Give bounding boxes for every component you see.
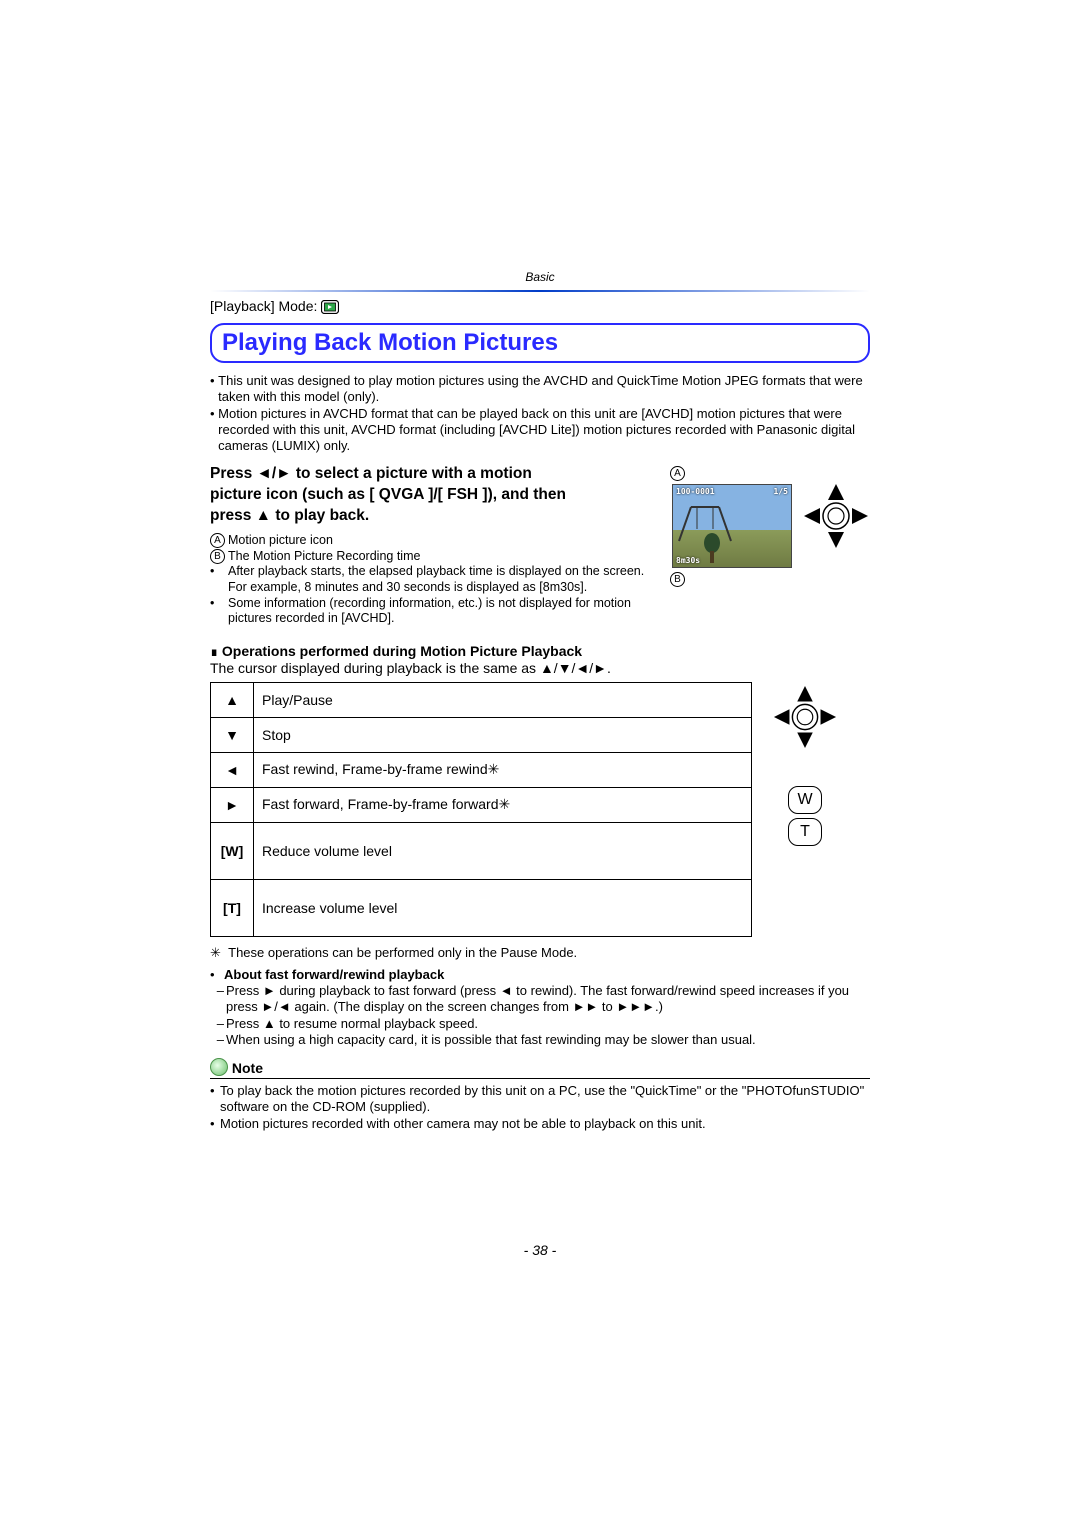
label-b-icon: B: [210, 549, 225, 564]
ops-intro: The cursor displayed during playback is …: [210, 660, 611, 676]
op-symbol: ◄: [211, 752, 254, 787]
about-header: About fast forward/rewind playback: [224, 967, 870, 983]
note-body: •To play back the motion pictures record…: [210, 1083, 870, 1132]
desc-a: Motion picture icon: [228, 533, 668, 549]
controls-graphic: W T: [772, 676, 838, 846]
note-row: To play back the motion pictures recorde…: [220, 1083, 870, 1116]
table-row: ◄Fast rewind, Frame-by-frame rewind✳: [211, 752, 752, 787]
thumb-file: 100-0001: [676, 487, 715, 496]
page-title: Playing Back Motion Pictures: [222, 329, 858, 357]
thumbnail-column: A 100-0001 1/5 8m30s: [668, 464, 792, 588]
desc-b: The Motion Picture Recording time: [228, 549, 668, 565]
op-symbol: [T]: [211, 879, 254, 936]
op-label: Fast rewind, Frame-by-frame rewind✳: [254, 752, 752, 787]
dpad-icon: [772, 684, 838, 750]
operations-table: ▲Play/Pause ▼Stop ◄Fast rewind, Frame-by…: [210, 682, 752, 937]
dpad-graphic: [802, 482, 870, 550]
intro-bullet: This unit was designed to play motion pi…: [218, 373, 870, 406]
instruction-text: Press ◄/► to select a picture with a mot…: [210, 464, 668, 527]
playback-thumbnail: 100-0001 1/5 8m30s: [672, 484, 792, 568]
table-row: ▼Stop: [211, 717, 752, 752]
intro-bullets: • This unit was designed to play motion …: [210, 373, 870, 454]
mode-line: [Playback] Mode:: [210, 298, 870, 317]
op-symbol: ▲: [211, 682, 254, 717]
ops-section: ∎ Operations performed during Motion Pic…: [210, 643, 870, 676]
table-row: [W]Reduce volume level: [211, 822, 752, 879]
thumb-duration: 8m30s: [676, 556, 700, 565]
op-label: Play/Pause: [254, 682, 752, 717]
op-label: Increase volume level: [254, 879, 752, 936]
desc-bullet: Some information (recording information,…: [228, 596, 668, 627]
about-section: • About fast forward/rewind playback –Pr…: [210, 967, 870, 1048]
op-symbol: [W]: [211, 822, 254, 879]
table-row: [T]Increase volume level: [211, 879, 752, 936]
desc-bullet: After playback starts, the elapsed playb…: [228, 564, 668, 580]
page-title-box: Playing Back Motion Pictures: [210, 323, 870, 363]
page-number: - 38 -: [210, 1242, 870, 1258]
op-symbol: ►: [211, 787, 254, 822]
about-row: When using a high capacity card, it is p…: [226, 1032, 870, 1048]
about-row: Press ► during playback to fast forward …: [226, 983, 870, 1016]
table-row: ►Fast forward, Frame-by-frame forward✳: [211, 787, 752, 822]
note-rule: [210, 1078, 870, 1079]
op-label: Reduce volume level: [254, 822, 752, 879]
header-rule: [210, 290, 870, 292]
section-header: Basic: [210, 270, 870, 284]
note-row: Motion pictures recorded with other came…: [220, 1116, 870, 1132]
description-list: AMotion picture icon BThe Motion Picture…: [210, 533, 668, 627]
w-button: W: [788, 786, 822, 814]
manual-page: Basic [Playback] Mode: Playing Back Moti…: [0, 0, 1080, 1528]
desc-bullet: For example, 8 minutes and 30 seconds is…: [228, 580, 668, 596]
label-b-marker: B: [670, 572, 685, 587]
about-row: Press ▲ to resume normal playback speed.: [226, 1016, 870, 1032]
playback-mode-icon: [321, 300, 339, 317]
op-label: Fast forward, Frame-by-frame forward✳: [254, 787, 752, 822]
ops-header: Operations performed during Motion Pictu…: [222, 643, 582, 659]
footnote: ✳ These operations can be performed only…: [210, 945, 870, 961]
label-a-icon: A: [210, 533, 225, 548]
thumb-swing-graphic: [675, 505, 735, 545]
t-button: T: [788, 818, 822, 846]
instruction-row: Press ◄/► to select a picture with a mot…: [210, 464, 870, 627]
thumb-index: 1/5: [774, 487, 788, 496]
op-label: Stop: [254, 717, 752, 752]
note-icon: [210, 1058, 228, 1076]
mode-text: [Playback] Mode:: [210, 298, 321, 314]
op-symbol: ▼: [211, 717, 254, 752]
intro-bullet: Motion pictures in AVCHD format that can…: [218, 406, 870, 455]
label-a-marker: A: [670, 466, 685, 481]
table-row: ▲Play/Pause: [211, 682, 752, 717]
note-header: Note: [210, 1058, 870, 1076]
